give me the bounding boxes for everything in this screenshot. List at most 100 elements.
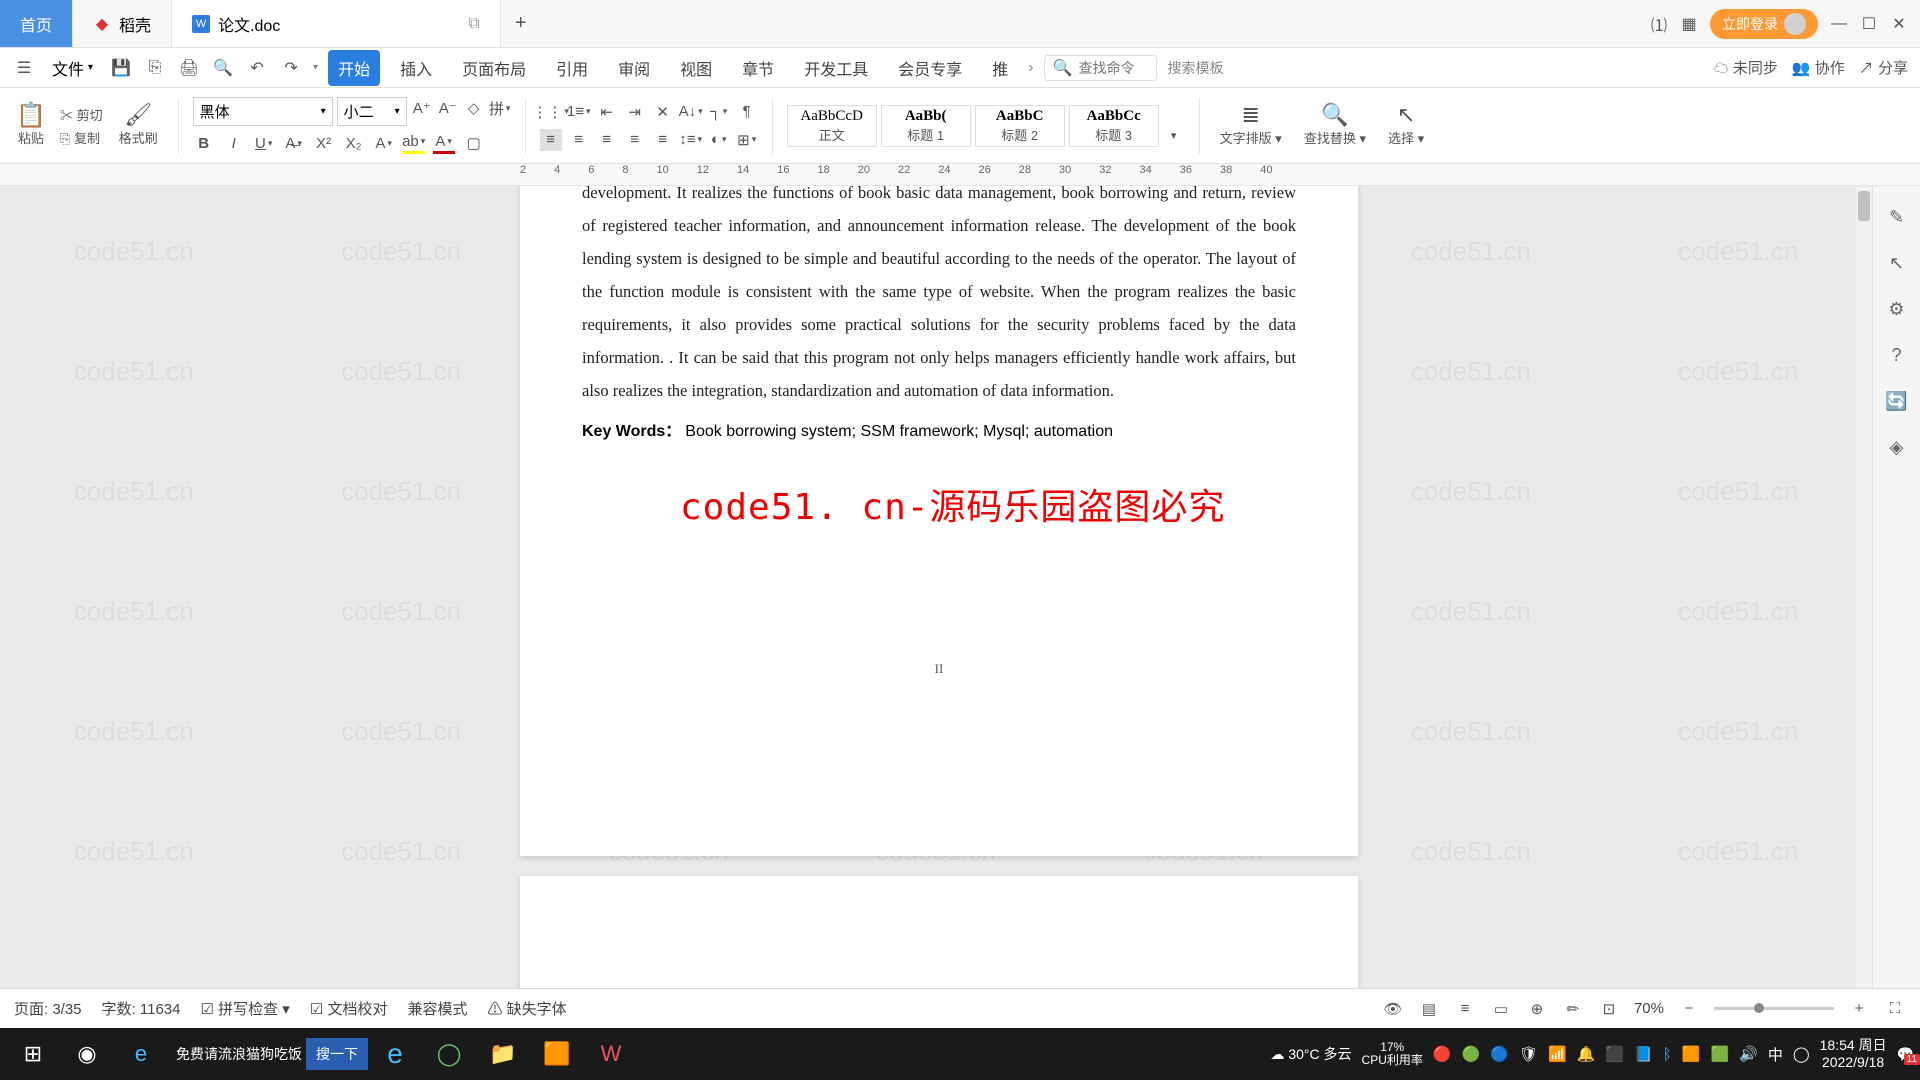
print-preview-icon[interactable]: 🔍 — [211, 56, 235, 80]
print-icon[interactable]: 🖨 — [177, 56, 201, 80]
tray-icon-7[interactable]: 🟧 — [1682, 1045, 1701, 1063]
copy-button[interactable]: ⎘ 复制 — [60, 128, 103, 147]
menu-chapter[interactable]: 章节 — [732, 50, 784, 86]
italic-icon[interactable]: I — [223, 132, 245, 154]
save-icon[interactable]: 💾 — [109, 56, 133, 80]
file-menu[interactable]: 文件 ▾ — [46, 54, 99, 82]
bluetooth-icon[interactable]: ᛒ — [1663, 1046, 1672, 1063]
redo-icon[interactable]: ↷ — [279, 56, 303, 80]
tray-icon-9[interactable]: ◯ — [1793, 1045, 1810, 1063]
font-size-select[interactable]: 小二▾ — [337, 97, 407, 126]
volume-icon[interactable]: 🔊 — [1739, 1045, 1758, 1063]
command-search-input[interactable] — [1078, 60, 1148, 76]
browser-app-icon[interactable]: ◯ — [422, 1030, 476, 1078]
tab-docer[interactable]: ◆ 稻壳 — [73, 0, 172, 47]
notification-bell-icon[interactable]: 🔔 — [1577, 1045, 1596, 1063]
missing-font-button[interactable]: ⚠ 缺失字体 — [487, 998, 566, 1019]
cpu-widget[interactable]: 17%CPU利用率 — [1362, 1041, 1423, 1067]
word-count[interactable]: 字数: 11634 — [102, 998, 181, 1019]
tray-icon-4[interactable]: 🛡 — [1519, 1045, 1538, 1063]
asian-layout-icon[interactable]: ✕ — [652, 101, 674, 123]
reading-view-icon[interactable]: ▤ — [1418, 998, 1440, 1020]
sync-status[interactable]: ☁ 未同步 — [1714, 57, 1778, 78]
align-left-icon[interactable]: ≡ — [540, 129, 562, 151]
resource-icon[interactable]: ◈ — [1886, 436, 1908, 458]
document-area[interactable]: code51.cncode51.cncode51.cncode51.cncode… — [0, 186, 1872, 1040]
format-painter-group[interactable]: 🖌 格式刷 — [113, 104, 164, 147]
fullscreen-icon[interactable]: ⛶ — [1884, 998, 1906, 1020]
template-search[interactable]: 搜索模板 — [1167, 58, 1223, 78]
clear-format-icon[interactable]: ◇ — [463, 97, 485, 119]
document-body-text[interactable]: development. It realizes the functions o… — [582, 186, 1296, 407]
wps-app-icon[interactable]: W — [584, 1030, 638, 1078]
select-button[interactable]: ↖ 选择 ▾ — [1382, 104, 1430, 147]
page-view-icon[interactable]: ≡ — [1454, 998, 1476, 1020]
undo-icon[interactable]: ↶ — [245, 56, 269, 80]
menu-more-icon[interactable]: › — [1028, 59, 1033, 77]
translate-icon[interactable]: 🔄 — [1886, 390, 1908, 412]
export-icon[interactable]: ⎘ — [143, 56, 167, 80]
menu-view[interactable]: 视图 — [670, 50, 722, 86]
grid-icon[interactable]: ▦ — [1680, 15, 1698, 33]
strikethrough-icon[interactable]: A̶ — [283, 132, 305, 154]
paste-label[interactable]: 粘贴 — [18, 128, 44, 147]
tray-icon-6[interactable]: 📘 — [1634, 1045, 1653, 1063]
zoom-slider[interactable] — [1714, 1007, 1834, 1010]
grow-font-icon[interactable]: A⁺ — [411, 97, 433, 119]
tray-icon-2[interactable]: 🟢 — [1462, 1045, 1481, 1063]
zoom-in-button[interactable]: + — [1848, 998, 1870, 1020]
task-view-icon[interactable]: ◉ — [60, 1030, 114, 1078]
font-color-icon[interactable]: A — [433, 132, 455, 154]
ie-icon[interactable]: e — [114, 1030, 168, 1078]
annotation-icon[interactable]: ✏ — [1562, 998, 1584, 1020]
menu-reference[interactable]: 引用 — [546, 50, 598, 86]
borders-icon[interactable]: ⊞ — [736, 129, 758, 151]
align-distribute-icon[interactable]: ≡ — [652, 129, 674, 151]
increase-indent-icon[interactable]: ⇥ — [624, 101, 646, 123]
style-heading1[interactable]: AaBb( 标题 1 — [881, 105, 971, 147]
wifi-icon[interactable]: 📶 — [1548, 1045, 1567, 1063]
show-marks-icon[interactable]: ¶ — [736, 101, 758, 123]
command-search[interactable]: 🔍 — [1044, 55, 1158, 81]
align-right-icon[interactable]: ≡ — [596, 129, 618, 151]
tab-add-button[interactable]: + — [501, 0, 541, 47]
bold-icon[interactable]: B — [193, 132, 215, 154]
tab-overflow-icon[interactable]: ⧉ — [468, 15, 479, 33]
align-center-icon[interactable]: ≡ — [568, 129, 590, 151]
qat-overflow-icon[interactable]: ▾ — [313, 62, 318, 73]
style-heading2[interactable]: AaBbC 标题 2 — [975, 105, 1065, 147]
start-button[interactable]: ⊞ — [6, 1030, 60, 1078]
zoom-out-button[interactable]: − — [1678, 998, 1700, 1020]
tab-document[interactable]: W 论文.doc ⧉ — [172, 0, 501, 47]
outline-view-icon[interactable]: ⊕ — [1526, 998, 1548, 1020]
paste-icon[interactable]: 📋 — [20, 104, 42, 126]
close-button[interactable]: ✕ — [1890, 15, 1908, 33]
page-indicator[interactable]: 页面: 3/35 — [14, 998, 82, 1019]
line-spacing-icon[interactable]: ↕≡ — [680, 129, 702, 151]
ie-app-icon[interactable]: e — [368, 1030, 422, 1078]
vertical-scrollbar[interactable] — [1856, 186, 1872, 988]
menu-start[interactable]: 开始 — [328, 50, 380, 86]
superscript-icon[interactable]: X² — [313, 132, 335, 154]
decrease-indent-icon[interactable]: ⇤ — [596, 101, 618, 123]
tray-icon-1[interactable]: 🔴 — [1433, 1045, 1452, 1063]
phonetic-icon[interactable]: 拼 — [489, 97, 511, 119]
menu-layout[interactable]: 页面布局 — [452, 50, 536, 86]
shading-icon[interactable]: ◐ — [708, 129, 730, 151]
shrink-font-icon[interactable]: A⁻ — [437, 97, 459, 119]
underline-icon[interactable]: U — [253, 132, 275, 154]
zoom-level[interactable]: 70% — [1634, 1000, 1664, 1017]
eye-icon[interactable]: 👁 — [1382, 998, 1404, 1020]
menu-insert[interactable]: 插入 — [390, 50, 442, 86]
find-replace-button[interactable]: 🔍 查找替换 ▾ — [1298, 104, 1372, 147]
tab-home[interactable]: 首页 — [0, 0, 73, 47]
style-body[interactable]: AaBbCcD 正文 — [787, 105, 877, 147]
pen-tool-icon[interactable]: ✎ — [1886, 206, 1908, 228]
styles-more-icon[interactable]: ▾ — [1163, 125, 1185, 147]
action-center-icon[interactable]: 💬11 — [1897, 1046, 1914, 1063]
align-justify-icon[interactable]: ≡ — [624, 129, 646, 151]
sort-icon[interactable]: A↓ — [680, 101, 702, 123]
tray-icon-3[interactable]: 🔵 — [1490, 1045, 1509, 1063]
web-view-icon[interactable]: ▭ — [1490, 998, 1512, 1020]
document-keywords[interactable]: Key Words： Book borrowing system; SSM fr… — [582, 417, 1296, 441]
